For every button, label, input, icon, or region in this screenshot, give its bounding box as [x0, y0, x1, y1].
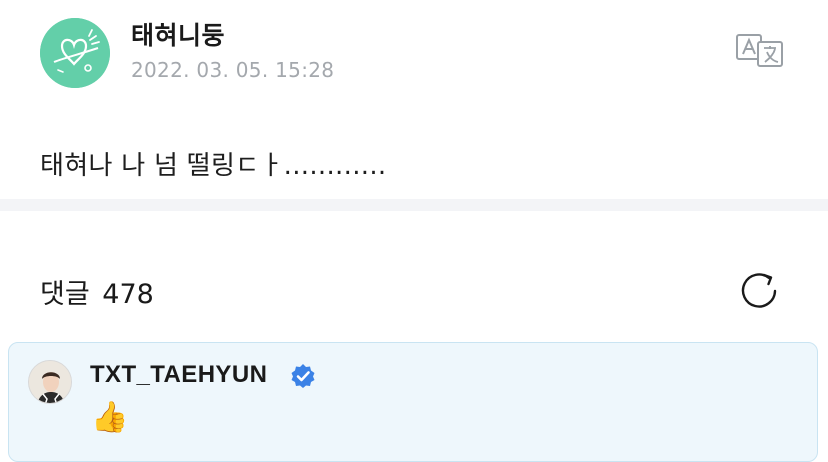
comments-label: 댓글: [40, 279, 90, 310]
verified-badge-icon: [291, 364, 315, 388]
avatar-doodle-icon: [40, 18, 110, 88]
author-avatar[interactable]: [40, 18, 110, 88]
comments-count: 478: [102, 279, 154, 310]
translate-icon: [736, 34, 783, 67]
refresh-button[interactable]: [740, 270, 780, 310]
commenter-avatar[interactable]: [28, 360, 72, 404]
post-body-text: 태혀나 나 넘 떨링ㄷㅏ............: [40, 151, 387, 181]
comments-header: 댓글 478: [40, 272, 154, 311]
author-name[interactable]: 태혀니둥: [131, 16, 225, 52]
post-date: 2022. 03. 05. 15:28: [131, 58, 335, 82]
refresh-icon: [741, 273, 777, 308]
comment-text: 👍: [91, 400, 129, 435]
commenter-photo-icon: [29, 361, 71, 403]
top-comment-card[interactable]: TXT_TAEHYUN 👍: [8, 342, 818, 462]
post-header: 태혀니둥 2022. 03. 05. 15:28: [0, 0, 828, 100]
section-divider: [0, 199, 828, 211]
commenter-name[interactable]: TXT_TAEHYUN: [90, 361, 267, 389]
translate-button[interactable]: [734, 32, 784, 68]
